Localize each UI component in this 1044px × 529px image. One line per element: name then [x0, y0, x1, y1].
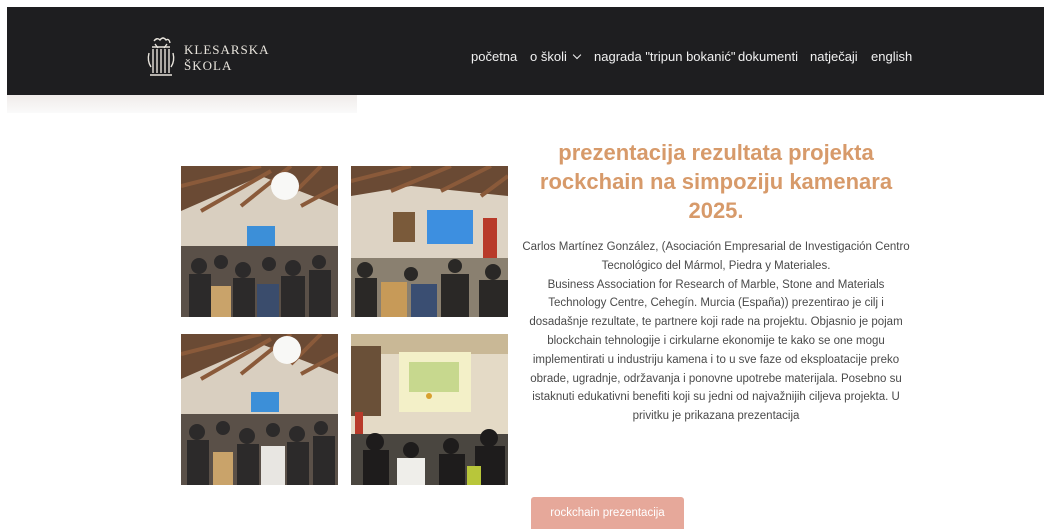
article-body: Carlos Martínez González, (Asociación Em…	[522, 238, 910, 426]
gallery-photo-2[interactable]	[351, 166, 508, 317]
gallery-photo-1[interactable]	[181, 166, 338, 317]
nav-english[interactable]: english	[871, 49, 912, 64]
article-body-line: privitku je prikazana prezentacija	[632, 410, 800, 423]
article-title-line-1: prezentacija rezultata projekta	[558, 140, 874, 165]
article-body-line: dosadašnje rezultate, te partnere koji r…	[529, 316, 903, 329]
article-body-line: Tecnológico del Mármol, Piedra y Materia…	[601, 259, 831, 272]
article-title-line-3: 2025.	[688, 198, 744, 223]
nav-natjecaji[interactable]: natječaji	[810, 49, 858, 64]
main-menu: početna o školi nagrada "tripun bokanić"…	[7, 49, 1044, 69]
nav-o-skoli[interactable]: o školi	[530, 49, 582, 64]
rockchain-presentation-button[interactable]: rockchain prezentacija	[531, 497, 684, 529]
nav-o-skoli-label: o školi	[530, 49, 567, 64]
gallery-photo-4[interactable]	[351, 334, 508, 485]
hero-remnant	[7, 95, 357, 113]
article-title-line-2: rockchain na simpoziju kamenara	[539, 169, 893, 194]
nav-dokumenti[interactable]: dokumenti	[738, 49, 798, 64]
gallery-photo-3[interactable]	[181, 334, 338, 485]
article-body-line: istaknuti edukativni benefiti koji su je…	[532, 391, 900, 404]
article-body-line: implementirati u industriju kamena i to …	[532, 353, 900, 366]
article-body-line: Technology Centre, Cehegín. Murcia (Espa…	[548, 297, 884, 310]
top-navigation-bar: KLESARSKA ŠKOLA početna o školi nagrada …	[7, 7, 1044, 95]
article-body-line: obrade, ugradnje, održavanja i ponovne u…	[530, 372, 902, 385]
article-body-line: blockchain tehnologije i cirkularne ekon…	[547, 334, 885, 347]
nav-nagrada[interactable]: nagrada "tripun bokanić"	[594, 49, 736, 64]
article-body-line: Carlos Martínez González, (Asociación Em…	[522, 241, 910, 253]
chevron-down-icon	[572, 50, 582, 60]
article-body-line: Business Association for Research of Mar…	[547, 278, 885, 291]
nav-pocetna[interactable]: početna	[471, 49, 517, 64]
article-title: prezentacija rezultata projekta rockchai…	[530, 138, 902, 225]
